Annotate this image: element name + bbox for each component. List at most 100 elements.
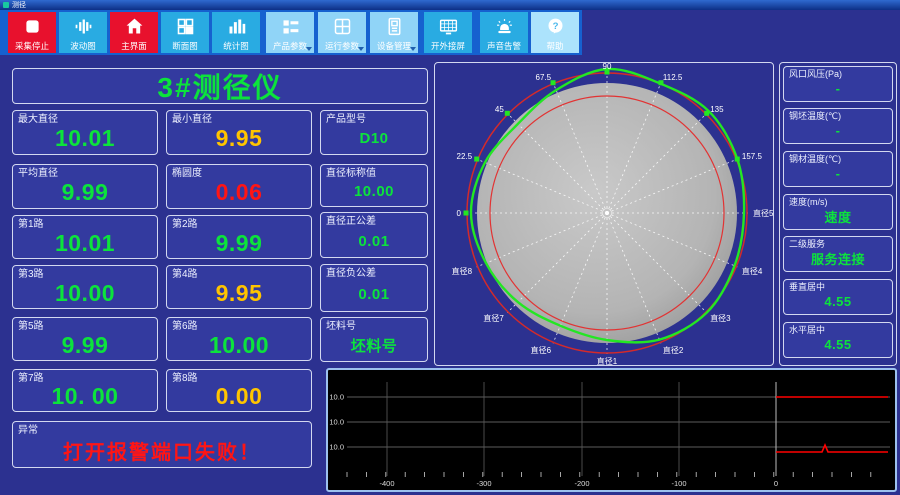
gauge-title-box: 3#测径仪: [12, 68, 428, 104]
cell-value: 服务连接: [810, 252, 865, 267]
toolbar-button-label: 设备管理: [376, 40, 411, 51]
svg-text:直径4: 直径4: [742, 266, 763, 276]
svg-text:直径7: 直径7: [483, 313, 504, 323]
cell-path-8: 第8路 0.00: [166, 369, 312, 412]
svg-text:90: 90: [603, 62, 612, 71]
app-window: 测径 采集停止 波动图 主界面 断面图 统计图 产品参数 运行参数 设备管理 开…: [0, 0, 900, 495]
svg-text:?: ?: [552, 21, 558, 32]
toolbar-button-label: 采集停止: [14, 40, 49, 51]
box-steel-temperature: 钢材温度(℃) -: [783, 151, 893, 187]
toolbar-button-stop-acquisition[interactable]: 采集停止: [8, 12, 56, 53]
cell-ovality: 椭圆度 0.06: [166, 164, 312, 209]
product-params-icon: [280, 15, 301, 37]
svg-text:45: 45: [495, 105, 504, 114]
cell-value: -: [835, 81, 841, 96]
cell-value: 9.99: [215, 229, 263, 256]
box-vertical-center: 垂直居中 4.55: [783, 279, 893, 315]
svg-text:直径8: 直径8: [452, 266, 473, 276]
svg-text:10.0: 10.0: [329, 443, 344, 452]
svg-text:10.0: 10.0: [329, 393, 344, 402]
svg-text:-300: -300: [476, 479, 491, 488]
toolbar-button-label: 产品参数: [272, 40, 307, 51]
svg-text:-200: -200: [574, 479, 589, 488]
cell-value: 10.01: [54, 229, 116, 256]
cell-value: 4.55: [824, 294, 852, 309]
cell-value: 9.95: [215, 279, 263, 306]
toolbar-button-label: 统计图: [223, 40, 249, 51]
toolbar-button-help[interactable]: ? 帮助: [531, 12, 579, 53]
toolbar-button-external-screen[interactable]: 开外接屏: [424, 12, 472, 53]
cell-plus-tolerance: 直径正公差 0.01: [320, 212, 428, 258]
cell-value: 坯料号: [350, 338, 398, 355]
toolbar-button-product-params[interactable]: 产品参数: [266, 12, 314, 53]
cell-path-1: 第1路 10.01: [12, 215, 158, 259]
box-speed: 速度(m/s) 速度: [783, 194, 893, 230]
run-params-icon: [332, 15, 353, 37]
svg-text:0: 0: [774, 479, 778, 488]
device-icon: [384, 15, 405, 37]
svg-text:直径2: 直径2: [663, 345, 684, 355]
cell-value: -: [835, 123, 841, 138]
cell-minus-tolerance: 直径负公差 0.01: [320, 264, 428, 312]
toolbar-button-stats-chart[interactable]: 统计图: [212, 12, 260, 53]
svg-text:10.0: 10.0: [329, 418, 344, 427]
cell-path-2: 第2路 9.99: [166, 215, 312, 259]
polar-chart-panel: 0 22.5 45 67.5 90 112.5 135 157.5 直径5 直径4 直径3 直径2 直径…: [434, 62, 774, 366]
cell-value: 0.00: [215, 383, 263, 409]
toolbar-button-section-chart[interactable]: 断面图: [161, 12, 209, 53]
cell-value: 9.99: [61, 331, 109, 358]
svg-text:直径3: 直径3: [710, 313, 731, 323]
svg-text:直径5: 直径5: [753, 208, 774, 218]
monitor-icon: [438, 15, 459, 37]
svg-text:直径1: 直径1: [597, 356, 618, 366]
siren-icon: [494, 15, 515, 37]
chevron-down-icon: [358, 47, 364, 51]
toolbar-button-run-params[interactable]: 运行参数: [318, 12, 366, 53]
barchart-icon: [226, 15, 247, 37]
toolbar-button-sound-alarm[interactable]: 声音告警: [480, 12, 528, 53]
polar-profile-chart: 0 22.5 45 67.5 90 112.5 135 157.5 直径5 直径4 直径3 直径2 直径…: [452, 62, 774, 366]
cell-nominal-diameter: 直径标称值 10.00: [320, 164, 428, 207]
cell-value: 10.01: [54, 125, 116, 151]
trend-chart-panel: 10.0 10.0 10.0 -400 -300 -200 -100 0: [326, 368, 897, 492]
cell-max-diameter: 最大直径 10.01: [12, 110, 158, 155]
toolbar-button-wave-chart[interactable]: 波动图: [59, 12, 107, 53]
cell-value: 0.01: [358, 232, 390, 250]
box-air-pressure: 风口风压(Pa) -: [783, 66, 893, 102]
toolbar-button-label: 声音告警: [486, 40, 521, 51]
cell-path-4: 第4路 9.95: [166, 265, 312, 309]
toolbar-button-main-screen[interactable]: 主界面: [110, 12, 158, 53]
chevron-down-icon: [306, 47, 312, 51]
svg-text:22.5: 22.5: [457, 152, 473, 161]
cell-path-7: 第7路 10. 00: [12, 369, 158, 412]
cell-value: 10.00: [208, 331, 270, 358]
help-icon: ?: [545, 15, 566, 37]
cell-billet-number: 坯料号 坯料号: [320, 317, 428, 362]
cell-value: 9.99: [61, 179, 109, 205]
exception-message: 打开报警端口失败！: [63, 442, 261, 464]
cell-value: 10. 00: [51, 383, 119, 409]
svg-text:0: 0: [457, 209, 462, 218]
toolbar-button-label: 运行参数: [324, 40, 359, 51]
cell-value: D10: [359, 130, 389, 147]
window-title: 测径: [12, 1, 26, 9]
svg-text:-100: -100: [671, 479, 686, 488]
cell-product-model: 产品型号 D10: [320, 110, 428, 155]
home-icon: [124, 15, 145, 37]
toolbar-button-label: 帮助: [546, 40, 564, 51]
toolbar-button-label: 主界面: [121, 40, 147, 51]
cell-min-diameter: 最小直径 9.95: [166, 110, 312, 155]
svg-text:67.5: 67.5: [536, 73, 552, 82]
exception-box: 异常 打开报警端口失败！: [12, 421, 312, 468]
cell-path-6: 第6路 10.00: [166, 317, 312, 361]
toolbar-button-device-management[interactable]: 设备管理: [370, 12, 418, 53]
svg-text:135: 135: [710, 105, 724, 114]
box-horizontal-center: 水平居中 4.55: [783, 322, 893, 358]
cell-value: 速度: [824, 210, 852, 225]
cell-value: 0.06: [215, 179, 263, 205]
toolbar-button-label: 断面图: [172, 40, 198, 51]
trend-chart: 10.0 10.0 10.0 -400 -300 -200 -100 0: [329, 382, 890, 488]
cell-value: 0.01: [358, 285, 390, 303]
waveform-icon: [73, 15, 94, 37]
svg-text:157.5: 157.5: [742, 152, 763, 161]
